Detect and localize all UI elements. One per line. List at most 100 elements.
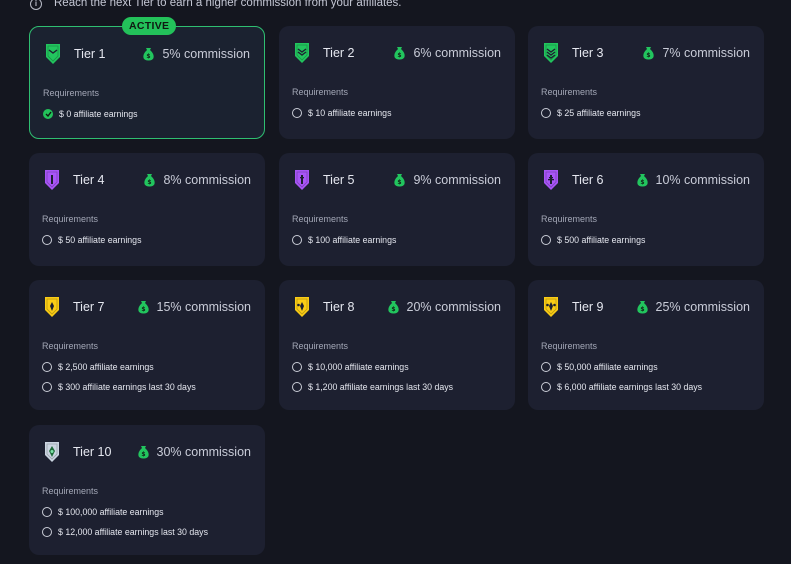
- svg-text:$: $: [141, 451, 145, 458]
- tier-header: Tier 3 $ 7% commission: [543, 42, 750, 64]
- requirements-label: Requirements: [42, 486, 99, 496]
- tier-card-8: Tier 8 $ 20% commission Requirements $ 1…: [279, 280, 515, 410]
- requirement-item: $ 25 affiliate earnings: [541, 108, 640, 118]
- tier-commission: $ 15% commission: [137, 300, 251, 314]
- requirement-text: $ 100,000 affiliate earnings: [58, 507, 164, 517]
- tier-name: Tier 6: [572, 173, 604, 187]
- tier-card-4: Tier 4 $ 8% commission Requirements $ 50…: [29, 153, 265, 266]
- svg-text:$: $: [147, 53, 151, 60]
- unchecked-circle-icon: [42, 507, 52, 517]
- unchecked-circle-icon: [292, 382, 302, 392]
- money-bag-icon: $: [144, 174, 156, 187]
- tier-badge-icon: [544, 43, 558, 63]
- money-bag-icon: $: [137, 301, 149, 314]
- tier-header: Tier 8 $ 20% commission: [294, 296, 501, 318]
- tier-header: Tier 9 $ 25% commission: [543, 296, 750, 318]
- unchecked-circle-icon: [42, 235, 52, 245]
- tier-badge-icon: [45, 170, 59, 190]
- requirement-text: $ 50,000 affiliate earnings: [557, 362, 658, 372]
- requirement-item: $ 0 affiliate earnings: [43, 109, 138, 119]
- tier-badge-icon: [295, 297, 309, 317]
- requirement-item: $ 6,000 affiliate earnings last 30 days: [541, 382, 702, 392]
- tier-badge-icon: [295, 43, 309, 63]
- tier-header: Tier 6 $ 10% commission: [543, 169, 750, 191]
- tier-name: Tier 2: [323, 46, 355, 60]
- tier-badge-icon: [544, 297, 558, 317]
- commission-text: 30% commission: [156, 445, 251, 459]
- tier-commission: $ 20% commission: [387, 300, 501, 314]
- commission-text: 10% commission: [655, 173, 750, 187]
- commission-text: 7% commission: [662, 46, 750, 60]
- unchecked-circle-icon: [541, 362, 551, 372]
- tier-commission: $ 6% commission: [393, 46, 501, 60]
- requirement-text: $ 12,000 affiliate earnings last 30 days: [58, 527, 208, 537]
- unchecked-circle-icon: [292, 235, 302, 245]
- requirement-item: $ 12,000 affiliate earnings last 30 days: [42, 527, 208, 537]
- tier-header: Tier 7 $ 15% commission: [44, 296, 251, 318]
- tier-name: Tier 9: [572, 300, 604, 314]
- requirements-label: Requirements: [292, 214, 349, 224]
- check-icon: [43, 109, 53, 119]
- unchecked-circle-icon: [541, 108, 551, 118]
- requirement-text: $ 500 affiliate earnings: [557, 235, 646, 245]
- svg-text:$: $: [398, 179, 402, 186]
- requirement-text: $ 1,200 affiliate earnings last 30 days: [308, 382, 454, 392]
- requirement-item: $ 100 affiliate earnings: [292, 235, 396, 245]
- money-bag-icon: $: [387, 301, 399, 314]
- tier-card-9: Tier 9 $ 25% commission Requirements $ 5…: [528, 280, 764, 410]
- svg-text:$: $: [141, 306, 145, 313]
- tier-card-6: Tier 6 $ 10% commission Requirements $ 5…: [528, 153, 764, 266]
- svg-text:$: $: [391, 306, 395, 313]
- tier-card-7: Tier 7 $ 15% commission Requirements $ 2…: [29, 280, 265, 410]
- requirement-item: $ 500 affiliate earnings: [541, 235, 645, 245]
- tier-commission: $ 7% commission: [642, 46, 750, 60]
- requirement-item: $ 10 affiliate earnings: [292, 108, 391, 118]
- requirement-item: $ 50 affiliate earnings: [42, 235, 141, 245]
- money-bag-icon: $: [394, 174, 406, 187]
- commission-text: 5% commission: [162, 47, 250, 61]
- tier-badge-icon: [45, 297, 59, 317]
- tier-header: Tier 1 $ 5% commission: [45, 43, 250, 65]
- requirement-text: $ 2,500 affiliate earnings: [58, 362, 154, 372]
- tier-header: Tier 2 $ 6% commission: [294, 42, 501, 64]
- requirement-text: $ 6,000 affiliate earnings last 30 days: [557, 382, 703, 392]
- unchecked-circle-icon: [42, 362, 52, 372]
- requirements-label: Requirements: [541, 214, 598, 224]
- requirement-item: $ 1,200 affiliate earnings last 30 days: [292, 382, 453, 392]
- requirements-label: Requirements: [42, 214, 99, 224]
- tier-name: Tier 7: [73, 300, 105, 314]
- tier-commission: $ 30% commission: [137, 445, 251, 459]
- commission-text: 25% commission: [655, 300, 750, 314]
- tier-name: Tier 8: [323, 300, 355, 314]
- requirement-item: $ 100,000 affiliate earnings: [42, 507, 163, 517]
- svg-text:$: $: [640, 179, 644, 186]
- tier-name: Tier 5: [323, 173, 355, 187]
- tier-badge-icon: [544, 170, 558, 190]
- info-icon: i: [30, 0, 42, 10]
- commission-text: 20% commission: [406, 300, 501, 314]
- svg-text:$: $: [148, 179, 152, 186]
- requirement-text: $ 50 affiliate earnings: [58, 235, 142, 245]
- money-bag-icon: $: [394, 47, 406, 60]
- unchecked-circle-icon: [292, 108, 302, 118]
- tier-card-1: ACTIVE Tier 1 $ 5% commission Requiremen…: [29, 17, 265, 139]
- requirement-item: $ 50,000 affiliate earnings: [541, 362, 658, 372]
- money-bag-icon: $: [636, 174, 648, 187]
- money-bag-icon: $: [643, 47, 655, 60]
- tier-notice: i Reach the next Tier to earn a higher c…: [30, 0, 402, 12]
- tier-commission: $ 5% commission: [142, 47, 250, 61]
- tier-badge-icon: [46, 44, 60, 64]
- tier-notice-text: Reach the next Tier to earn a higher com…: [54, 0, 402, 9]
- commission-text: 6% commission: [413, 46, 501, 60]
- commission-text: 15% commission: [156, 300, 251, 314]
- requirement-item: $ 2,500 affiliate earnings: [42, 362, 154, 372]
- commission-text: 8% commission: [163, 173, 251, 187]
- svg-text:$: $: [398, 52, 402, 59]
- unchecked-circle-icon: [292, 362, 302, 372]
- requirements-label: Requirements: [43, 88, 100, 98]
- unchecked-circle-icon: [42, 527, 52, 537]
- tier-commission: $ 25% commission: [636, 300, 750, 314]
- tier-card-5: Tier 5 $ 9% commission Requirements $ 10…: [279, 153, 515, 266]
- tier-name: Tier 4: [73, 173, 105, 187]
- tier-commission: $ 10% commission: [636, 173, 750, 187]
